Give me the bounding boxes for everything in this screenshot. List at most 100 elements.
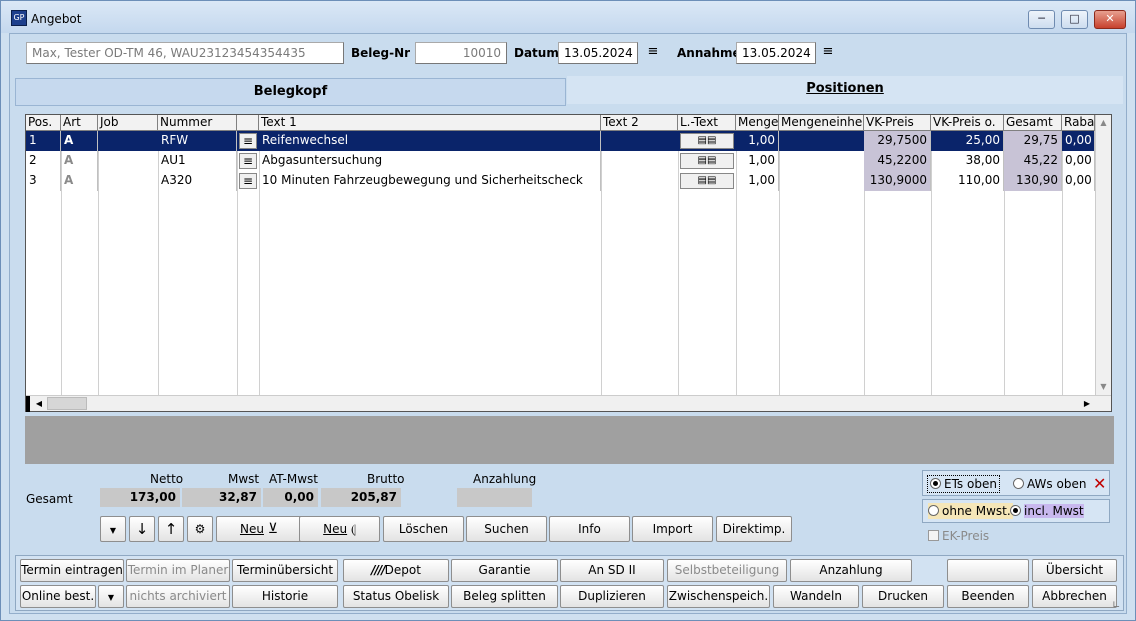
ek-preis-checkbox[interactable]: EK-Preis: [928, 528, 989, 544]
beleg-nr-field[interactable]: 10010: [415, 42, 507, 64]
brutto-label: Brutto: [367, 472, 405, 486]
annahme-picker-icon[interactable]: ≡: [821, 45, 835, 60]
col-job[interactable]: Job: [98, 115, 158, 131]
termin-eintragen-button[interactable]: Termin eintragen: [20, 559, 124, 582]
datum-picker-icon[interactable]: ≡: [646, 45, 660, 60]
ets-oben-label: ETs oben: [944, 477, 997, 491]
row-pos: 1: [26, 131, 61, 151]
info-button[interactable]: Info: [549, 516, 630, 542]
datum-field[interactable]: 13.05.2024: [558, 42, 638, 64]
abbrechen-button[interactable]: Abbrechen: [1032, 585, 1117, 608]
incl-mwst-radio[interactable]: incl. Mwst: [1010, 503, 1084, 519]
garantie-button[interactable]: Garantie: [451, 559, 558, 582]
tab-positionen[interactable]: Positionen: [567, 76, 1123, 104]
minimize-button[interactable]: ─: [1028, 10, 1055, 29]
scroll-thumb[interactable]: [47, 397, 87, 410]
depot-button[interactable]: ////Depot: [343, 559, 449, 582]
neu-above-button[interactable]: Neu ⦇: [299, 516, 380, 542]
row-detail-icon[interactable]: ≡: [239, 173, 257, 189]
scroll-down-icon[interactable]: ▼: [1096, 379, 1111, 395]
aws-oben-radio[interactable]: AWs oben: [1013, 476, 1086, 492]
col-nummer[interactable]: Nummer: [158, 115, 237, 131]
col-mengeneinheit[interactable]: Mengeneinheit: [779, 115, 864, 131]
col-blank[interactable]: [237, 115, 259, 131]
mwst-options: ohne Mwst. incl. Mwst: [922, 499, 1110, 523]
an-sd-ii-button[interactable]: An SD II: [560, 559, 664, 582]
terminuebersicht-button[interactable]: Terminübersicht: [232, 559, 338, 582]
tab-belegkopf[interactable]: Belegkopf: [15, 78, 566, 106]
col-rabatt[interactable]: Rabatt: [1062, 115, 1095, 131]
suchen-button[interactable]: Suchen: [466, 516, 547, 542]
dropdown-button[interactable]: ▼: [100, 516, 126, 542]
col-text2[interactable]: Text 2: [601, 115, 678, 131]
termin-planer-button[interactable]: Termin im Planer: [126, 559, 230, 582]
nichts-archiviert-button[interactable]: nichts archiviert: [126, 585, 230, 608]
online-best-dropdown[interactable]: ▼: [98, 585, 124, 608]
ltext-icon[interactable]: ▤▤: [680, 153, 734, 169]
maximize-button[interactable]: □: [1061, 10, 1088, 29]
direktimp-button[interactable]: Direktimp.: [716, 516, 792, 542]
row-vk: 130,9000: [864, 171, 931, 191]
vertical-scrollbar[interactable]: ▲ ▼: [1095, 115, 1111, 395]
empty-button[interactable]: [947, 559, 1029, 582]
duplizieren-button[interactable]: Duplizieren: [560, 585, 664, 608]
gesamt-label: Gesamt: [26, 492, 73, 506]
status-obelisk-button[interactable]: Status Obelisk: [343, 585, 449, 608]
scroll-up-icon[interactable]: ▲: [1096, 115, 1111, 131]
col-vk-preis[interactable]: VK-Preis: [864, 115, 931, 131]
col-menge[interactable]: Menge: [736, 115, 779, 131]
scroll-left-icon[interactable]: ◀: [31, 396, 47, 411]
zwischenspeichern-button[interactable]: Zwischenspeich.: [667, 585, 770, 608]
resize-grip-icon[interactable]: ∟: [1112, 600, 1120, 611]
info-panel: [25, 416, 1114, 464]
customer-field[interactable]: Max, Tester OD-TM 46, WAU23123454354435: [26, 42, 344, 64]
beleg-nr-label: Beleg-Nr: [351, 46, 411, 60]
row-detail-icon[interactable]: ≡: [239, 133, 257, 149]
insert-below-icon: ⊻: [267, 521, 279, 537]
col-pos[interactable]: Pos.: [26, 115, 61, 131]
col-vk-preis-o[interactable]: VK-Preis o.: [931, 115, 1004, 131]
netto-value: 173,00: [100, 488, 180, 507]
ltext-icon[interactable]: ▤▤: [680, 133, 734, 149]
col-ltext[interactable]: L.-Text: [678, 115, 736, 131]
ohne-mwst-radio[interactable]: ohne Mwst.: [928, 503, 1013, 519]
row-pos: 2: [26, 151, 61, 171]
app-icon: GP: [11, 10, 27, 26]
settings-button[interactable]: ⚙: [187, 516, 213, 542]
beenden-button[interactable]: Beenden: [947, 585, 1029, 608]
scroll-right-icon[interactable]: ▶: [1079, 396, 1095, 411]
window-title: Angebot: [31, 12, 82, 26]
neu-above-label: Neu: [323, 522, 348, 536]
uebersicht-button[interactable]: Übersicht: [1032, 559, 1117, 582]
wandeln-button[interactable]: Wandeln: [773, 585, 859, 608]
loeschen-button[interactable]: Löschen: [383, 516, 464, 542]
col-art[interactable]: Art: [61, 115, 98, 131]
neu-below-button[interactable]: Neu ⊻: [216, 516, 302, 542]
ets-oben-radio[interactable]: ETs oben: [927, 475, 1000, 493]
close-x-icon[interactable]: ✕: [1093, 474, 1106, 493]
beleg-splitten-button[interactable]: Beleg splitten: [451, 585, 558, 608]
row-menge: 1,00: [736, 171, 779, 191]
ltext-icon[interactable]: ▤▤: [680, 173, 734, 189]
arrow-up-icon: ↑: [164, 520, 178, 538]
chevron-down-icon: ▼: [107, 593, 115, 602]
anzahlung-button[interactable]: Anzahlung: [790, 559, 912, 582]
col-text1[interactable]: Text 1: [259, 115, 601, 131]
import-button[interactable]: Import: [632, 516, 713, 542]
datum-label: Datum: [514, 46, 559, 60]
ek-preis-label: EK-Preis: [942, 529, 990, 543]
online-best-button[interactable]: Online best.: [20, 585, 96, 608]
col-gesamt[interactable]: Gesamt: [1004, 115, 1062, 131]
move-down-button[interactable]: ↓: [129, 516, 155, 542]
drucken-button[interactable]: Drucken: [862, 585, 944, 608]
annahme-field[interactable]: 13.05.2024: [736, 42, 816, 64]
row-gesamt: 29,75: [1004, 131, 1062, 151]
close-button[interactable]: ✕: [1094, 10, 1126, 29]
horizontal-scrollbar[interactable]: ◀ ▶: [26, 395, 1111, 412]
neu-below-label: Neu: [239, 522, 264, 536]
selbstbeteiligung-button[interactable]: Selbstbeteiligung: [667, 559, 787, 582]
move-up-button[interactable]: ↑: [158, 516, 184, 542]
row-detail-icon[interactable]: ≡: [239, 153, 257, 169]
gear-icon: ⚙: [194, 522, 206, 536]
historie-button[interactable]: Historie: [232, 585, 338, 608]
